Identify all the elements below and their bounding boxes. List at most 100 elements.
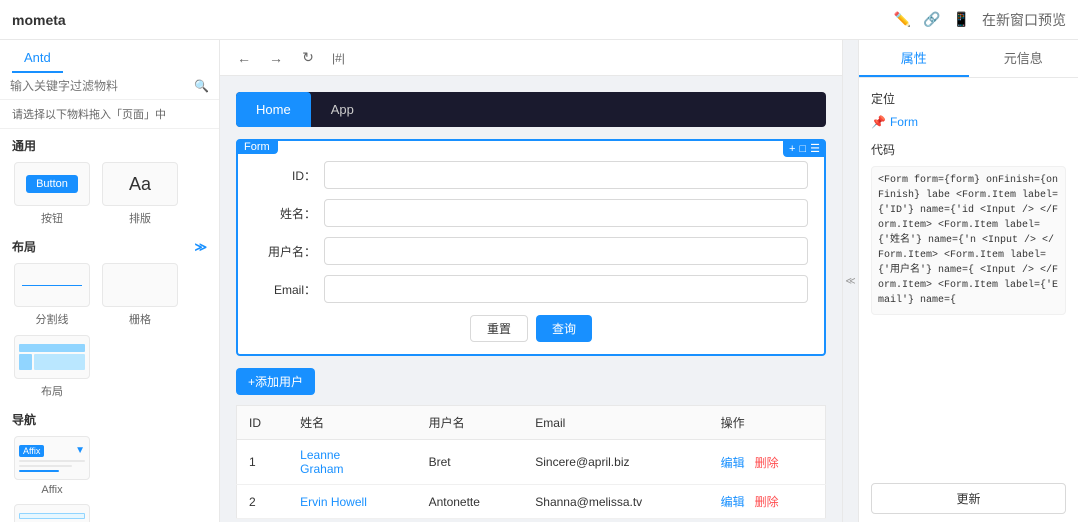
forward-btn[interactable]: → [264,46,288,70]
table-row: 1 LeanneGraham Bret Sincere@april.biz 编辑… [237,440,826,485]
tab-meta[interactable]: 元信息 [969,40,1078,77]
form-row-id: ID： [254,161,808,189]
edit-action-2[interactable]: 编辑 [721,495,745,509]
nav-components: Affix ▼ Affix [0,432,219,500]
form-label-username: 用户名： [254,243,324,260]
user-name-link-1[interactable]: LeanneGraham [300,448,343,476]
layout-components: 分割线 栅格 [0,259,219,403]
layout-preview [14,335,90,379]
table-row: 2 Ervin Howell Antonette Shanna@melissa.… [237,485,826,519]
affix-badge: Affix [19,445,44,457]
main-layout: Antd 🔍 请选择以下物料拖入「页面」中 通用 Button 按钮 Aa 排版 [0,40,1078,522]
form-row-email: Email： [254,275,808,303]
center-canvas: ← → ↻ |#| Home App Form + □ ☰ [220,40,842,522]
component-button[interactable]: Button 按钮 [12,162,92,226]
layout-preview-inner [15,340,89,374]
edit-action-1[interactable]: 编辑 [721,456,745,470]
nav-item-home[interactable]: Home [236,92,311,127]
query-button[interactable]: 查询 [536,315,592,342]
sidebar-hint: 请选择以下物料拖入「页面」中 [0,100,219,129]
cell-email-1: Sincere@april.biz [523,440,708,485]
app-navigation: Home App [236,92,826,127]
code-title: 代码 [871,141,1066,158]
right-panel-content: 定位 📌 Form 代码 <Form form={form} onFinish=… [859,78,1078,475]
delete-action-2[interactable]: 删除 [755,495,779,509]
divider-preview [14,263,90,307]
layout-title-text: 布局 [12,238,36,255]
distance-preview-box [14,504,90,522]
section-title-layout: 布局 ≫ [0,230,219,259]
component-typo[interactable]: Aa 排版 [100,162,180,226]
dropdown-icon: ▼ [75,445,85,456]
form-input-name[interactable] [324,199,808,227]
form-row-username: 用户名： [254,237,808,265]
col-header-name: 姓名 [288,406,416,440]
form-delete-btn[interactable]: ☰ [810,142,820,155]
link-icon[interactable]: 🔗 [923,11,940,28]
nav-item-app[interactable]: App [311,92,374,127]
user-name-link-2[interactable]: Ervin Howell [300,495,367,509]
edit-icon[interactable]: ✏️ [894,11,911,28]
anchor-icon: 📌 [871,115,886,129]
affix-label: Affix [41,484,62,496]
form-actions-bar: + □ ☰ [783,140,826,157]
grid-label: 栅格 [129,311,151,327]
right-panel-tabs: 属性 元信息 [859,40,1078,78]
search-icon: 🔍 [194,79,209,93]
expand-icon[interactable]: ≫ [194,240,207,254]
tab-properties[interactable]: 属性 [859,40,969,77]
component-distance[interactable]: 间距 [12,504,92,522]
button-preview-inner: Button [26,175,78,193]
cell-username-1: Bret [417,440,524,485]
sidebar-search-bar: 🔍 [0,73,219,100]
section-title-nav: 导航 [0,403,219,432]
delete-action-1[interactable]: 删除 [755,456,779,470]
reset-button[interactable]: 重置 [470,315,528,342]
form-container: Form + □ ☰ ID： 姓名： 用户名： [236,139,826,356]
search-input[interactable] [10,79,188,93]
form-input-email[interactable] [324,275,808,303]
sidebar-tab-antd[interactable]: Antd [12,44,63,73]
component-affix[interactable]: Affix ▼ Affix [12,436,92,496]
common-components: Button 按钮 Aa 排版 [0,158,219,230]
add-user-button[interactable]: +添加用户 [236,368,315,395]
update-button[interactable]: 更新 [871,483,1066,514]
collapse-right-panel-btn[interactable]: ≪ [842,40,858,522]
form-anchor-link[interactable]: Form [890,115,918,129]
typo-label: 排版 [129,210,151,226]
distance-preview-inner [15,509,89,522]
form-input-username[interactable] [324,237,808,265]
form-copy-btn[interactable]: □ [799,142,806,155]
col-header-id: ID [237,406,289,440]
canvas-toolbar: ← → ↻ |#| [220,40,842,76]
col-header-actions: 操作 [709,406,826,440]
form-add-btn[interactable]: + [789,142,795,155]
cell-id-2: 2 [237,485,289,519]
top-bar: mometa ✏️ 🔗 📱 在新窗口预览 [0,0,1078,40]
code-block: <Form form={form} onFinish={onFinish} la… [871,166,1066,315]
refresh-btn[interactable]: ↻ [296,46,320,70]
component-grid[interactable]: 栅格 [100,263,180,327]
component-layout[interactable]: 布局 [12,335,92,399]
form-label-email: Email： [254,281,324,298]
form-buttons: 重置 查询 [254,315,808,342]
preview-link[interactable]: 在新窗口预览 [982,10,1066,30]
mobile-icon[interactable]: 📱 [953,11,970,28]
component-divider[interactable]: 分割线 [12,263,92,327]
grid-preview-inner [134,267,146,303]
button-preview: Button [14,162,90,206]
back-btn[interactable]: ← [232,46,256,70]
typo-preview-inner: Aa [129,174,151,195]
form-input-id[interactable] [324,161,808,189]
col-header-username: 用户名 [417,406,524,440]
cell-id-1: 1 [237,440,289,485]
col-header-email: Email [523,406,708,440]
cell-actions-1: 编辑 删除 [709,440,826,485]
app-nav-bar: Home App [236,92,826,127]
canvas-inner: Home App Form + □ ☰ ID： [220,76,842,522]
url-bar: |#| [332,51,345,65]
cell-name-2: Ervin Howell [288,485,416,519]
form-label-name: 姓名： [254,205,324,222]
section-title-common: 通用 [0,129,219,158]
button-label: 按钮 [41,210,63,226]
